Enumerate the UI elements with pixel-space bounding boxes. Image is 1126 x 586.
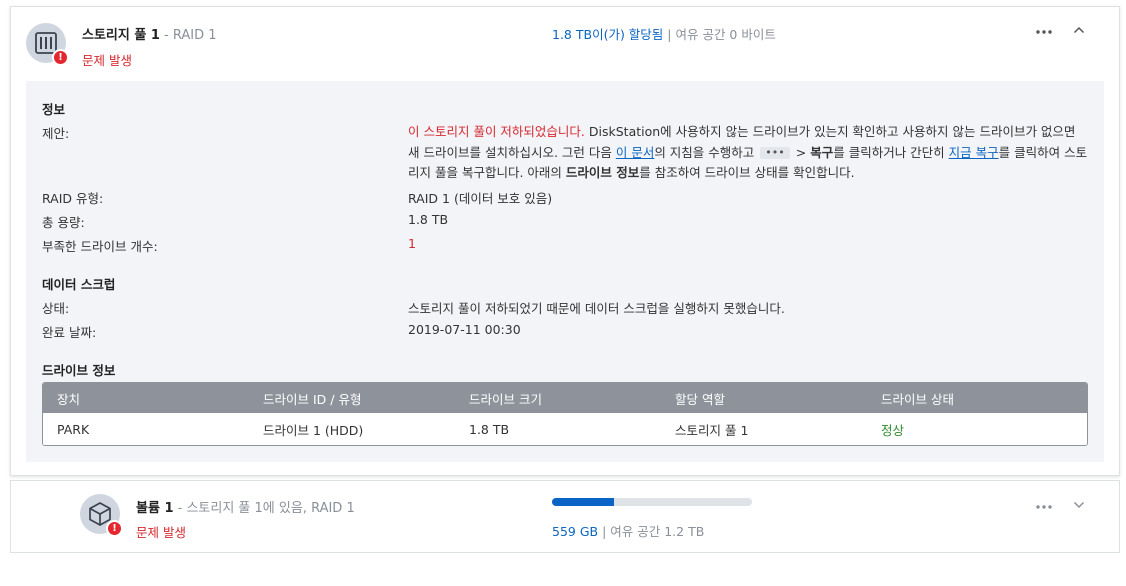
column-header[interactable]: 드라이브 크기 [455, 389, 661, 408]
drive-table-header: 장치 드라이브 ID / 유형 드라이브 크기 할당 역할 드라이브 상태 [43, 383, 1087, 413]
role-cell: 스토리지 풀 1 [675, 422, 749, 438]
error-badge-icon: ! [106, 520, 123, 537]
volume-expand-button[interactable] [1073, 498, 1085, 513]
info-section-title: 정보 [42, 102, 66, 117]
suggest-label: 제안: [42, 126, 70, 141]
stat-separator: | [602, 524, 607, 539]
pool-detail-panel: 정보 제안: 이 스토리지 풀이 저하되었습니다. DiskStation에 사… [26, 81, 1104, 462]
suggest-text-part: 를 참조하여 드라이브 상태를 확인합니다. [639, 165, 855, 180]
column-header[interactable]: 할당 역할 [661, 389, 867, 408]
pool-name: 스토리지 풀 1 [82, 28, 160, 43]
volume-cube-icon: ! [80, 494, 123, 537]
volume-usage: 559 GB | 여유 공간 1.2 TB [552, 521, 704, 540]
drive-table: 장치 드라이브 ID / 유형 드라이브 크기 할당 역할 드라이브 상태 PA… [42, 382, 1088, 446]
volume-free-space: 여유 공간 1.2 TB [610, 524, 705, 539]
volume-more-button[interactable] [1035, 500, 1053, 510]
pool-raid-type: - RAID 1 [164, 28, 217, 43]
device-cell: PARK [57, 421, 90, 437]
error-badge-icon: ! [52, 49, 69, 66]
missing-drives-label: 부족한 드라이브 개수: [42, 239, 158, 254]
volume-location: - 스토리지 풀 1에 있음, RAID 1 [177, 501, 355, 516]
drive-info-section-title: 드라이브 정보 [42, 363, 116, 378]
chevron-down-icon [1073, 501, 1085, 509]
drive-id-cell: 드라이브 1 (HDD) [263, 422, 364, 438]
pool-free-space: 여유 공간 0 바이트 [675, 27, 776, 42]
scrub-status-value: 스토리지 풀이 저하되었기 때문에 데이터 스크럽을 실행하지 못했습니다. [408, 301, 785, 316]
missing-drives-value: 1 [408, 236, 416, 251]
raid-type-value: RAID 1 (데이터 보호 있음) [408, 191, 553, 206]
table-row[interactable]: PARK 드라이브 1 (HDD) 1.8 TB 스토리지 풀 1 정상 [43, 413, 1087, 445]
total-capacity-label: 총 용량: [42, 215, 85, 230]
suggest-text: 이 스토리지 풀이 저하되었습니다. DiskStation에 사용하지 않는 … [408, 122, 1088, 184]
total-capacity-value: 1.8 TB [408, 212, 449, 227]
suggest-text-part: 의 지침을 수행하고 [654, 144, 755, 160]
volume-problem-status: 문제 발생 [136, 525, 186, 540]
repair-now-link[interactable]: 지금 복구 [949, 145, 999, 160]
suggest-degraded-text: 이 스토리지 풀이 저하되었습니다. [408, 124, 585, 139]
pool-allocated: 1.8 TB이(가) 할당됨 [552, 27, 664, 42]
volume-usage-bar [552, 498, 752, 506]
suggest-text-part: 를 클릭하거나 간단히 [833, 144, 949, 160]
volume-name: 볼륨 1 [136, 501, 174, 516]
pool-problem-status: 문제 발생 [82, 53, 132, 68]
more-dots-icon [1036, 30, 1052, 34]
drive-info-ref: 드라이브 정보 [565, 165, 640, 180]
repair-label: 복구 [810, 144, 834, 160]
volume-title: 볼륨 1 - 스토리지 풀 1에 있음, RAID 1 [136, 497, 355, 516]
more-dots-icon [1036, 505, 1052, 509]
pool-collapse-button[interactable] [1073, 23, 1085, 38]
pool-more-button[interactable] [1035, 25, 1053, 35]
raid-type-label: RAID 유형: [42, 191, 104, 206]
storage-pool-card: ! 스토리지 풀 1 - RAID 1 문제 발생 1.8 TB이(가) 할당됨… [10, 6, 1120, 476]
pool-title: 스토리지 풀 1 - RAID 1 [82, 24, 217, 43]
stat-separator: | [667, 27, 672, 42]
chevron-up-icon [1073, 26, 1085, 34]
storage-pool-icon: ! [26, 23, 69, 66]
column-header[interactable]: 장치 [43, 389, 249, 408]
scrub-date-label: 완료 날짜: [42, 325, 97, 340]
more-dots-icon: ••• [760, 147, 790, 159]
volume-used: 559 GB [552, 524, 599, 539]
drive-status-cell: 정상 [881, 422, 905, 438]
column-header[interactable]: 드라이브 상태 [867, 389, 1073, 408]
volume-card: ! 볼륨 1 - 스토리지 풀 1에 있음, RAID 1 문제 발생 559 … [10, 480, 1120, 553]
drive-size-cell: 1.8 TB [469, 421, 510, 437]
scrub-section-title: 데이터 스크럽 [42, 277, 116, 292]
column-header[interactable]: 드라이브 ID / 유형 [249, 389, 455, 408]
pool-allocation: 1.8 TB이(가) 할당됨 | 여유 공간 0 바이트 [552, 24, 776, 43]
this-document-link[interactable]: 이 문서 [616, 145, 654, 160]
scrub-status-label: 상태: [42, 301, 70, 316]
volume-usage-fill [552, 498, 614, 506]
suggest-text-part: > [795, 144, 811, 160]
scrub-date-value: 2019-07-11 00:30 [408, 322, 521, 337]
